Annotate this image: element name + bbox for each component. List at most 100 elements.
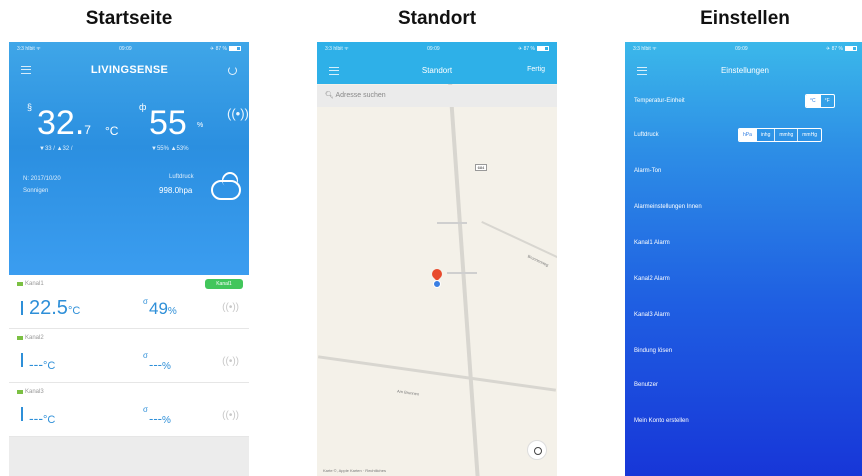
caption-startseite: Startseite <box>85 8 173 29</box>
channel-temp-value: 22.5 <box>29 297 68 319</box>
battery-text: ✈ 87 % <box>518 46 535 52</box>
setting-channel3-alarm[interactable]: Kanal3 Alarm <box>625 298 862 332</box>
setting-channel2-alarm[interactable]: Kanal2 Alarm <box>625 262 862 296</box>
route-sign: 684 <box>475 164 487 171</box>
caption-standort: Standort <box>397 8 477 29</box>
setting-create-account[interactable]: Mein Konto erstellen <box>625 404 862 438</box>
pressure-unit-toggle: hPa inhg mmhg mmHg <box>738 128 822 142</box>
setting-unbind[interactable]: Bindung lösen <box>625 334 862 368</box>
unit-inhg-button[interactable]: inhg <box>757 129 776 141</box>
home-topbar: LIVINGSENSE <box>9 56 249 84</box>
status-battery: ✈ 87 % <box>518 46 549 52</box>
setting-label: Luftdruck <box>634 132 659 138</box>
pressure-label: Luftdruck <box>169 174 194 180</box>
status-battery: ✈ 87 % <box>210 46 241 52</box>
settings-screen: 3:3 hIbit ᯤ 09:09 ✈ 87 % Einstellungen T… <box>625 42 862 476</box>
channel-list: Kanal1 Kanal1 22.5°C σ 49% ((•)) Kanal2 … <box>9 275 249 437</box>
channel-temp-value: --- <box>29 410 43 426</box>
date-text: N: 2017/10/20 <box>23 176 61 182</box>
setting-alarm-tone[interactable]: Alarm-Ton <box>625 154 862 188</box>
unit-mmhg-alt-button[interactable]: mmHg <box>798 129 821 141</box>
setting-label: Mein Konto erstellen <box>634 418 689 424</box>
temperature-marker <box>21 407 23 421</box>
unit-hpa-button[interactable]: hPa <box>739 129 757 141</box>
unit-celsius-button[interactable]: °C <box>806 95 821 107</box>
weather-hero: 3:3 hIbit ᯤ 09:09 ✈ 87 % LIVINGSENSE § 3… <box>9 42 249 275</box>
channel-hum-unit: % <box>167 306 177 317</box>
cloud-icon <box>211 180 241 200</box>
setting-label: Kanal1 Alarm <box>634 240 670 246</box>
locate-me-button[interactable] <box>527 440 547 460</box>
humidity-marker: σ <box>143 297 148 306</box>
channel-humidity: 49% <box>149 299 177 319</box>
battery-icon <box>17 336 23 340</box>
setting-user[interactable]: Benutzer <box>625 368 862 402</box>
battery-icon <box>17 390 23 394</box>
pressure-value: 998.0hpa <box>159 186 193 195</box>
temperature-unit-toggle: °C °F <box>805 94 835 108</box>
search-icon: 🔍︎ <box>325 92 334 99</box>
indoor-humidity: 55 <box>149 104 187 142</box>
channel-temperature: ---°C <box>29 410 55 426</box>
temperature-decimal: 7 <box>84 123 91 137</box>
humidity-minmax: ▼55% ▲53% <box>151 146 189 152</box>
temperature-minmax: ▼33 / ▲32 / <box>39 146 73 152</box>
setting-channel1-alarm[interactable]: Kanal1 Alarm <box>625 226 862 260</box>
map-road <box>481 220 557 266</box>
menu-icon[interactable] <box>21 66 31 74</box>
road-label: Am Brunnen <box>396 388 420 397</box>
app-logo: LIVINGSENSE <box>90 64 169 76</box>
unit-fahrenheit-button[interactable]: °F <box>821 95 834 107</box>
search-placeholder: Adresse suchen <box>335 92 386 99</box>
channel-temp-unit: °C <box>67 305 81 317</box>
settings-title: Einstellungen <box>720 66 770 75</box>
status-carrier: 3:3 hIbit ᯤ <box>633 46 657 52</box>
channel-card[interactable]: Kanal2 ---°C σ ---% ((•)) <box>9 329 249 383</box>
channel-card[interactable]: Kanal3 ---°C σ ---% ((•)) <box>9 383 249 437</box>
channel-temp-value: --- <box>29 356 43 372</box>
temperature-symbol: § <box>27 102 33 112</box>
done-button[interactable]: Fertig <box>527 66 545 73</box>
channel-hum-unit: % <box>162 415 171 426</box>
status-time: 09:09 <box>735 46 748 52</box>
channel-badge: Kanal1 <box>205 279 243 289</box>
status-time: 09:09 <box>119 46 132 52</box>
channel-label: Kanal2 <box>25 335 44 341</box>
setting-label: Alarmeinstellungen Innen <box>634 204 702 210</box>
channel-hum-value: --- <box>149 357 162 372</box>
setting-label: Kanal2 Alarm <box>634 276 670 282</box>
unit-mmhg-button[interactable]: mmhg <box>775 129 799 141</box>
status-bar: 3:3 hIbit ᯤ 09:09 ✈ 87 % <box>317 42 557 56</box>
humidity-symbol: ф <box>139 102 147 112</box>
temperature-marker <box>21 301 23 315</box>
map-road <box>317 355 557 392</box>
indoor-temperature: 32.7 <box>37 104 91 143</box>
status-battery: ✈ 87 % <box>826 46 857 52</box>
temperature-unit: °C <box>105 124 119 138</box>
battery-icon <box>17 282 23 286</box>
channel-card[interactable]: Kanal1 Kanal1 22.5°C σ 49% ((•)) <box>9 275 249 329</box>
location-pin-icon <box>429 266 445 282</box>
address-search[interactable]: 🔍︎ Adresse suchen <box>317 85 557 107</box>
signal-icon: ((•)) <box>222 302 239 313</box>
status-time: 09:09 <box>427 46 440 52</box>
battery-text: ✈ 87 % <box>826 46 843 52</box>
map-road <box>447 272 477 274</box>
location-title: Standort <box>421 66 453 75</box>
status-bar: 3:3 hIbit ᯤ 09:09 ✈ 87 % <box>625 42 862 56</box>
signal-icon: ((•)) <box>222 356 239 367</box>
battery-icon <box>229 46 241 52</box>
setting-label: Bindung lösen <box>634 348 673 354</box>
battery-text: ✈ 87 % <box>210 46 227 52</box>
road-label: Brunnenweg <box>526 253 550 268</box>
setting-alarm-inside[interactable]: Alarmeinstellungen Innen <box>625 190 862 224</box>
temperature-marker <box>21 353 23 367</box>
humidity-marker: σ <box>143 351 148 360</box>
channel-temperature: ---°C <box>29 356 55 372</box>
refresh-icon[interactable] <box>227 65 237 75</box>
channel-temp-unit: °C <box>43 360 56 372</box>
map-road <box>437 222 467 224</box>
channel-hum-unit: % <box>162 361 171 372</box>
location-screen: 684 Brunnenweg Am Brunnen 3:3 hIbit ᯤ 09… <box>317 42 557 476</box>
signal-icon: ((•)) <box>222 410 239 421</box>
